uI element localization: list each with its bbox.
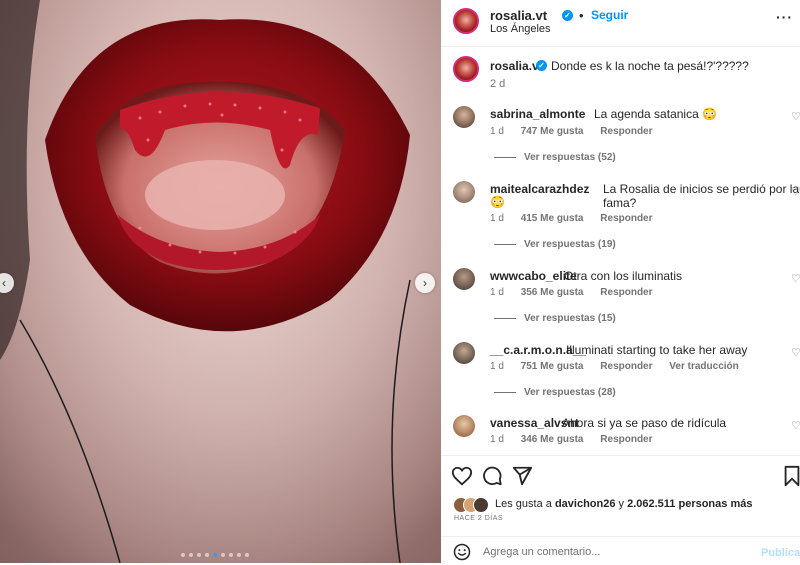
liker-avatar bbox=[473, 497, 489, 513]
heart-icon[interactable]: ♡ bbox=[791, 110, 800, 123]
comment-text: La agenda satanica 😳 bbox=[594, 107, 718, 121]
reply-button[interactable]: Responder bbox=[600, 126, 652, 137]
lips-image bbox=[0, 0, 441, 563]
more-options-icon[interactable]: ··· bbox=[776, 9, 793, 25]
post-side-panel: rosalia.vt ✓ • Seguir Los Ángeles ··· ro… bbox=[441, 0, 800, 563]
view-replies-label: Ver respuestas (19) bbox=[524, 239, 616, 250]
comment-meta: 1 d 346 Me gusta Responder bbox=[490, 434, 667, 445]
heart-icon[interactable]: ♡ bbox=[791, 346, 800, 359]
likes-prefix: Les gusta a bbox=[495, 498, 552, 510]
comment-avatar[interactable] bbox=[453, 415, 475, 437]
replies-line bbox=[494, 317, 516, 319]
comment-age: 1 d bbox=[490, 213, 504, 224]
comment-age: 1 d bbox=[490, 126, 504, 137]
view-replies-label: Ver respuestas (15) bbox=[524, 313, 616, 324]
carousel-dot bbox=[205, 553, 209, 557]
comment-meta: 1 d 747 Me gusta Responder bbox=[490, 126, 667, 137]
share-icon[interactable] bbox=[511, 465, 533, 487]
comment-likes[interactable]: 751 Me gusta bbox=[521, 361, 584, 372]
likes-summary[interactable]: Les gusta a davichon26 y 2.062.511 perso… bbox=[495, 498, 752, 510]
reply-button[interactable]: Responder bbox=[600, 434, 652, 445]
heart-icon[interactable]: ♡ bbox=[791, 185, 800, 198]
comment-avatar[interactable] bbox=[453, 106, 475, 128]
comment-username[interactable]: maitealcarazhdez bbox=[490, 182, 589, 196]
comment-meta: 1 d 415 Me gusta Responder bbox=[490, 213, 667, 224]
view-replies-label: Ver respuestas (28) bbox=[524, 387, 616, 398]
likes-user[interactable]: davichon26 bbox=[555, 498, 616, 510]
chevron-right-icon[interactable]: › bbox=[415, 273, 435, 293]
comment-age: 1 d bbox=[490, 434, 504, 445]
add-comment-bar: Publicar bbox=[441, 536, 800, 565]
comment-icon[interactable] bbox=[481, 465, 503, 487]
comment-meta: 1 d 356 Me gusta Responder bbox=[490, 287, 667, 298]
comment-avatar[interactable] bbox=[453, 342, 475, 364]
post-location[interactable]: Los Ángeles bbox=[490, 23, 551, 35]
carousel-dot bbox=[213, 553, 217, 557]
likes-count[interactable]: 2.062.511 personas más bbox=[627, 498, 752, 510]
carousel-dot bbox=[237, 553, 241, 557]
replies-line bbox=[494, 156, 516, 158]
verified-icon: ✓ bbox=[562, 10, 573, 21]
view-replies-label: Ver respuestas (52) bbox=[524, 152, 616, 163]
replies-line bbox=[494, 391, 516, 393]
comment-input[interactable] bbox=[483, 543, 743, 561]
heart-icon[interactable]: ♡ bbox=[791, 419, 800, 432]
post-actions: Les gusta a davichon26 y 2.062.511 perso… bbox=[441, 455, 800, 564]
comment-likes[interactable]: 415 Me gusta bbox=[521, 213, 584, 224]
carousel-dot bbox=[181, 553, 185, 557]
carousel-dot bbox=[197, 553, 201, 557]
comment-avatar[interactable] bbox=[453, 268, 475, 290]
carousel-dot bbox=[229, 553, 233, 557]
comment-meta: 1 d 751 Me gusta Responder Ver traducció… bbox=[490, 361, 753, 372]
comment-age: 1 d bbox=[490, 361, 504, 372]
comment-text: La Rosalia de inicios se perdió por la f… bbox=[603, 182, 800, 210]
comment-avatar[interactable] bbox=[453, 181, 475, 203]
heart-icon[interactable] bbox=[451, 465, 473, 487]
save-icon[interactable] bbox=[781, 465, 800, 487]
post-username[interactable]: rosalia.vt bbox=[490, 8, 547, 23]
carousel-dot bbox=[245, 553, 249, 557]
caption-text: Donde es k la noche ta pesá!?'????? bbox=[551, 59, 749, 73]
comment-text-line2: 😳 bbox=[490, 195, 505, 209]
post-photo: ‹ › bbox=[0, 0, 441, 563]
view-replies-button[interactable]: Ver respuestas (28) bbox=[494, 387, 616, 398]
view-replies-button[interactable]: Ver respuestas (19) bbox=[494, 239, 616, 250]
caption-avatar[interactable] bbox=[453, 56, 479, 82]
avatar[interactable] bbox=[453, 8, 479, 34]
comment-likes[interactable]: 346 Me gusta bbox=[521, 434, 584, 445]
comment-username[interactable]: sabrina_almonte bbox=[490, 107, 585, 121]
carousel-dot bbox=[189, 553, 193, 557]
emoji-icon[interactable] bbox=[453, 543, 471, 561]
comment-likes[interactable]: 747 Me gusta bbox=[521, 126, 584, 137]
comment-text: Otra con los iluminatis bbox=[564, 269, 683, 283]
carousel-dots bbox=[181, 553, 249, 557]
post-timestamp: HACE 2 DÍAS bbox=[454, 515, 504, 522]
view-replies-button[interactable]: Ver respuestas (52) bbox=[494, 152, 616, 163]
reply-button[interactable]: Responder bbox=[600, 287, 652, 298]
carousel-dot bbox=[221, 553, 225, 557]
replies-line bbox=[494, 243, 516, 245]
publish-button[interactable]: Publicar bbox=[761, 547, 800, 559]
header-separator: • bbox=[579, 8, 584, 23]
verified-icon: ✓ bbox=[536, 60, 547, 71]
comment-text: Illuminati starting to take her away bbox=[566, 343, 748, 357]
post-header: rosalia.vt ✓ • Seguir Los Ángeles ··· bbox=[441, 0, 800, 47]
caption-age: 2 d bbox=[490, 78, 506, 90]
comment-text: Ahora si ya se paso de ridícula bbox=[562, 416, 727, 430]
follow-button[interactable]: Seguir bbox=[591, 8, 628, 22]
reply-button[interactable]: Responder bbox=[600, 361, 652, 372]
comment-age: 1 d bbox=[490, 287, 504, 298]
view-replies-button[interactable]: Ver respuestas (15) bbox=[494, 313, 616, 324]
heart-icon[interactable]: ♡ bbox=[791, 272, 800, 285]
caption-username[interactable]: rosalia.vt bbox=[490, 59, 543, 73]
comment-likes[interactable]: 356 Me gusta bbox=[521, 287, 584, 298]
likes-connector: y bbox=[618, 498, 625, 510]
reply-button[interactable]: Responder bbox=[600, 213, 652, 224]
translate-button[interactable]: Ver traducción bbox=[669, 361, 738, 372]
